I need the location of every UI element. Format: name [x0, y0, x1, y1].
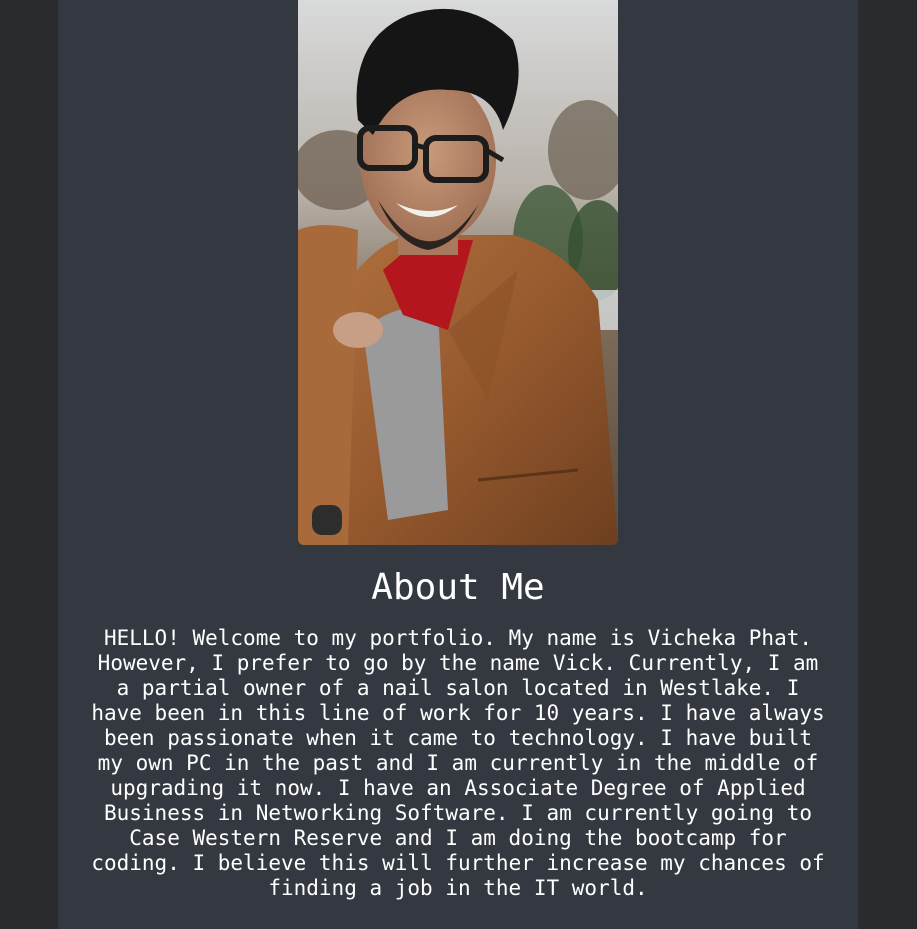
about-bio: HELLO! Welcome to my portfolio. My name …: [91, 626, 825, 900]
profile-photo: [298, 0, 618, 545]
page: About Me HELLO! Welcome to my portfolio.…: [0, 0, 917, 929]
about-heading: About Me: [371, 567, 545, 608]
about-card: About Me HELLO! Welcome to my portfolio.…: [58, 0, 858, 929]
